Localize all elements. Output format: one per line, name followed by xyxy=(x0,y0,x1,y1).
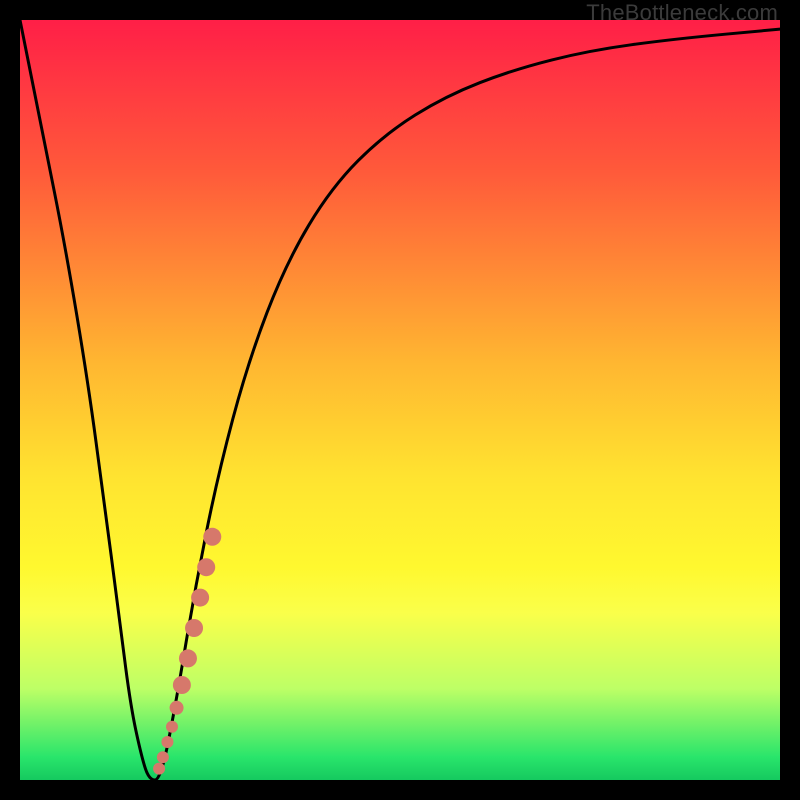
overlay-dot xyxy=(161,736,173,748)
overlay-dot xyxy=(191,589,209,607)
overlay-dot xyxy=(170,701,184,715)
overlay-dot xyxy=(203,528,221,546)
watermark-text: TheBottleneck.com xyxy=(586,0,778,26)
chart-canvas xyxy=(20,20,780,780)
overlay-dot xyxy=(157,751,169,763)
overlay-dot xyxy=(166,721,178,733)
overlay-dot xyxy=(173,676,191,694)
chart-frame: TheBottleneck.com xyxy=(0,0,800,800)
overlay-dot xyxy=(153,763,165,775)
overlay-dot xyxy=(197,558,215,576)
plot-area xyxy=(20,20,780,780)
gradient-background xyxy=(20,20,780,780)
overlay-dot xyxy=(185,619,203,637)
overlay-dot xyxy=(179,649,197,667)
